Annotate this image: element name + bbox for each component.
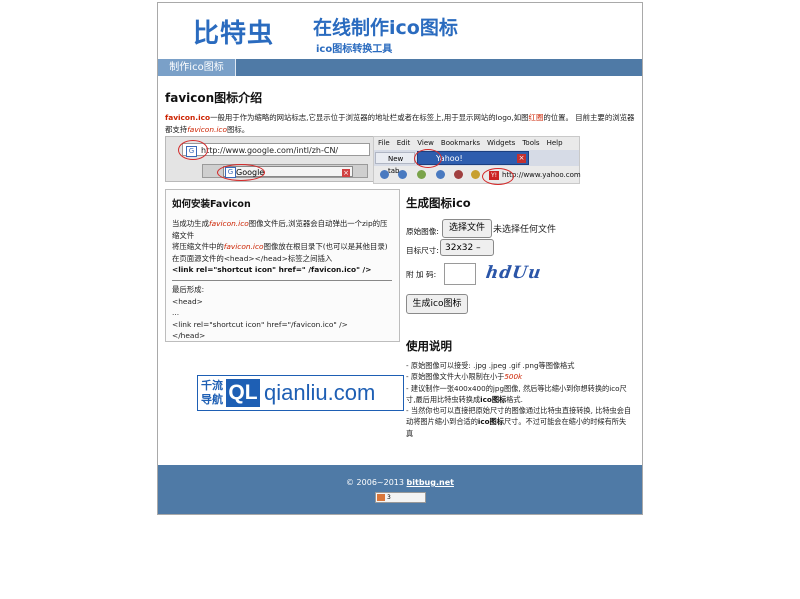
close-icon: × [342,169,350,177]
browser-example-google: G http://www.google.com/intl/zh-CN/ G Go… [165,136,374,182]
install-line-2: 将压缩文件中的favicon.ico图像放在根目录下(也可以是其他目录) [172,241,394,253]
divider [172,279,392,281]
no-file-text: 未选择任何文件 [493,225,557,235]
usage-bold: ico图标 [477,417,504,427]
install-favicon-name: favicon.ico [223,242,264,252]
captcha-image[interactable]: hdUu [485,263,543,283]
target-size-label: 目标尺寸: [406,246,439,255]
captcha-label: 附 加 码: [406,270,437,279]
usage-text: - 原始图像文件大小限制在小于 [406,372,505,382]
site-subtitle: ico图标转换工具 [316,44,393,55]
menu-tools: Tools [522,139,540,147]
footer: © 2006~2013 bitbug.net 3 [158,465,642,514]
menu-help: Help [546,139,563,147]
browser-menu-bar: File Edit View Bookmarks Widgets Tools Help [374,137,579,149]
copyright: © 2006~2013 bitbug.net [158,478,642,487]
source-image-label: 原始图像: [406,227,439,236]
install-text: 当成功生成 [172,219,209,228]
head-open: <head> [172,296,203,306]
browser-nav-row: Y! http://www.yahoo.com [374,167,581,183]
ellipsis: ... [172,308,180,318]
reload-icon [417,170,426,179]
size-select[interactable]: 32x32 – [440,239,494,256]
site-logo[interactable]: 比特虫 [193,13,274,50]
install-code: <link rel="shortcut icon" href=" /favico… [172,265,372,275]
menu-view: View [417,139,434,147]
usage-list: - 原始图像可以接受: .jpg .jpeg .gif .png等图像格式 - … [406,360,632,439]
site-title: 在线制作ico图标 [313,17,458,39]
intro-text-a: 一般用于作为缩略的网站标志,它显示位于浏览器的地址栏或者在标签上,用于显示网站的… [210,113,529,122]
qianliu-cn-line: 导航 [201,393,223,406]
intro-text-c: 图标。 [227,125,250,134]
browser-example-yahoo: File Edit View Bookmarks Widgets Tools Help Ne… [373,136,581,185]
usage-text: 格式. [506,394,523,404]
forward-icon [398,170,407,179]
qianliu-logo[interactable]: 千流 导航 QL qianliu.com [197,375,404,411]
install-line-1: 当成功生成favicon.ico图像文件后,浏览器会自动弹出一个zip的压缩文件 [172,218,394,241]
highlight-circle [178,140,208,160]
usage-item: - 当然你也可以直接把原始尺寸的图像通过比特虫直接转换, 比特虫会自动将图片缩小… [406,405,632,439]
qianliu-cn-line: 千流 [201,379,223,392]
usage-bold: ico图标 [480,394,507,404]
close-icon: × [517,154,526,163]
install-text: 将压缩文件中的 [172,242,224,252]
highlight-circle [217,164,265,181]
nav-item-make-ico[interactable]: 制作ico图标 [158,59,236,76]
generator-title: 生成图标ico [406,196,471,210]
qianliu-cn-name: 千流 导航 [201,379,223,407]
menu-edit: Edit [396,139,411,147]
head-close: </head> [172,331,206,341]
highlight-circle [482,168,514,185]
browser-tab-row: New tab Yahoo! × [374,150,579,175]
intro-favicon: favicon.ico [187,125,228,134]
install-title: 如何安装Favicon [172,199,251,210]
usage-item: - 原始图像文件大小限制在小于500k [406,371,632,382]
menu-file: File [378,139,390,147]
counter-value: 3 [387,494,391,501]
address-bar: G http://www.google.com/intl/zh-CN/ [182,143,370,157]
highlight-circle [414,149,442,168]
usage-title: 使用说明 [406,339,452,353]
usage-item: - 原始图像可以接受: .jpg .jpeg .gif .png等图像格式 [406,361,575,370]
page-container: 比特虫 在线制作ico图标 ico图标转换工具 制作ico图标 favicon图… [157,2,643,515]
size-limit: 500k [504,372,523,382]
captcha-input[interactable] [444,263,476,285]
home-icon [436,170,445,179]
choose-file-button[interactable]: 选择文件 [442,219,492,238]
favicon-brand: favicon.ico [165,113,211,122]
install-text: 图像放在根目录下(也可以是其他目录) [263,242,388,252]
new-tab: New tab [375,152,415,175]
install-favicon-name: favicon.ico [208,219,249,228]
final-label: 最后形成: [172,284,205,294]
nav-bar: 制作ico图标 [158,59,642,76]
stop-icon [454,170,463,179]
install-line-3: 在页面源文件的<head></head>标签之间插入 [172,253,333,263]
qianliu-mark-icon: QL [226,379,260,407]
wand-icon [471,170,480,179]
address-url: http://www.google.com/intl/zh-CN/ [201,146,339,155]
visit-counter[interactable]: 3 [375,492,426,503]
final-code: <link rel="shortcut icon" href="/favicon… [172,319,348,329]
generate-button[interactable]: 生成ico图标 [406,294,468,314]
back-icon [380,170,389,179]
install-box: 如何安装Favicon 当成功生成favicon.ico图像文件后,浏览器会自动… [165,189,400,342]
qianliu-domain: qianliu.com [264,380,376,405]
site-link[interactable]: bitbug.net [407,478,454,487]
counter-icon [377,494,385,501]
copyright-text: © 2006~2013 [346,478,404,487]
intro-text: favicon.ico一般用于作为缩略的网站标志,它显示位于浏览器的地址栏或者在… [165,112,635,136]
intro-red-word: 红圈 [528,113,544,122]
intro-title: favicon图标介绍 [165,91,263,105]
menu-bookmarks: Bookmarks [440,139,481,147]
usage-item: - 建议制作一张400x400的jpg图像, 然后等比缩小到你想转换的ico尺寸… [406,383,632,406]
install-body: 当成功生成favicon.ico图像文件后,浏览器会自动弹出一个zip的压缩文件… [172,218,394,342]
menu-widgets: Widgets [487,139,516,147]
